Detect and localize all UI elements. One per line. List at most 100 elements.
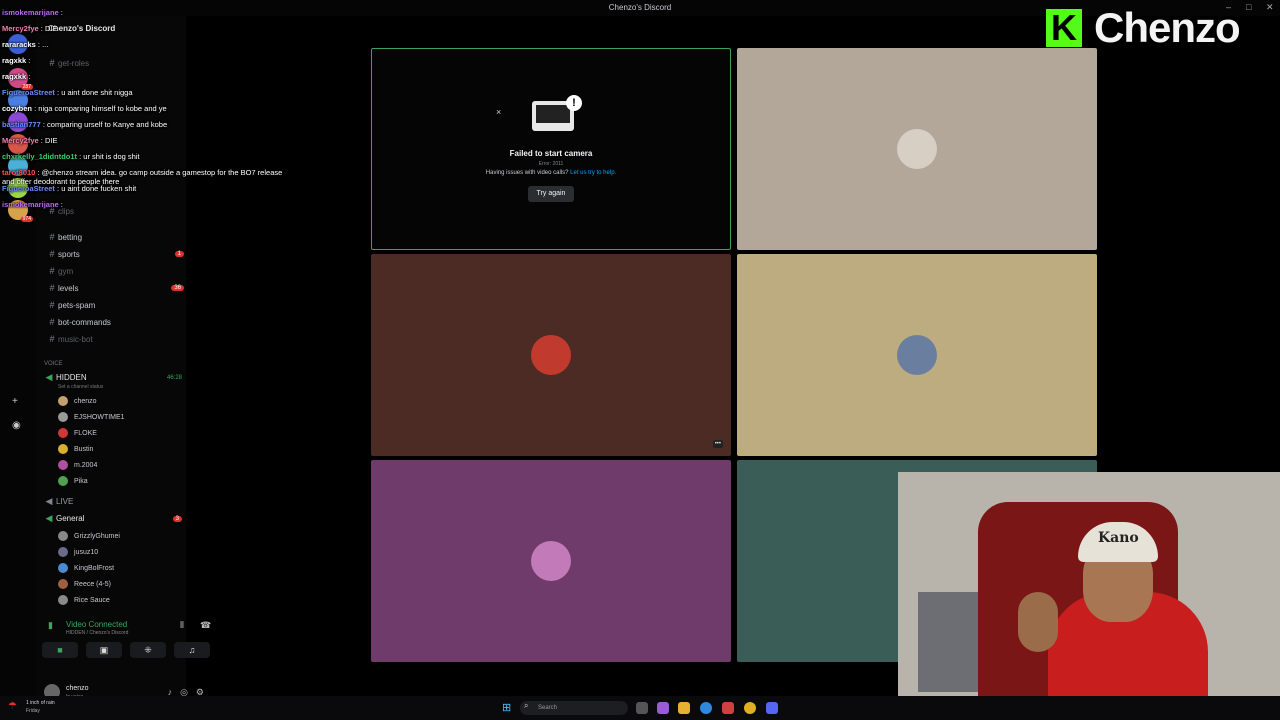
voice-channel-timer: 46:28 [166, 374, 182, 381]
discord-icon[interactable] [766, 702, 778, 714]
app-icon[interactable] [657, 702, 669, 714]
voice-member[interactable]: Reece (4-5) [58, 577, 182, 591]
video-tile[interactable] [371, 460, 731, 662]
hash-icon: # [49, 300, 55, 310]
channel-name: bot-commands [58, 317, 111, 327]
weather-text[interactable]: 1 inch of rain [26, 700, 55, 706]
chrome-icon[interactable] [744, 702, 756, 714]
chat-text: ur shit is dog shit [83, 152, 140, 161]
camera-error-code: Error: 2011 [538, 161, 564, 167]
more-options-icon[interactable]: ••• [712, 440, 723, 448]
speaker-icon: ◀ [45, 372, 53, 382]
chat-message: bastian777 : comparing urself to Kanye a… [2, 120, 167, 129]
voice-member[interactable]: jusuz10 [58, 545, 182, 559]
chat-username: ismokemarijane [2, 200, 59, 209]
channel-name: pets-spam [58, 300, 96, 310]
chat-message: FigueroaStreet : u aint done shit nigga [2, 88, 133, 97]
channel-name: betting [58, 232, 83, 242]
folder-icon[interactable] [678, 702, 690, 714]
windows-start-icon[interactable]: ⊞ [502, 702, 514, 714]
member-name: EJSHOWTIME1 [74, 413, 125, 421]
video-tile[interactable] [737, 254, 1097, 456]
chat-message: rararacks : ... [2, 40, 48, 49]
chat-username: Mercy2fye [2, 136, 39, 145]
chat-username: ragxkk [2, 56, 27, 65]
chat-text: ... [42, 40, 49, 49]
voice-member[interactable]: Rice Sauce [58, 593, 182, 607]
cap-text: Kano [1098, 530, 1139, 546]
task-view-icon[interactable] [636, 702, 648, 714]
chat-text: u aint done shit nigga [61, 88, 133, 97]
video-tile[interactable]: ••• [371, 254, 731, 456]
video-tile[interactable]: ! × Failed to start camera Error: 2011 Havin… [371, 48, 731, 250]
voice-member[interactable]: m.2004 [58, 458, 182, 472]
avatar [58, 595, 68, 605]
camera-error-help: Having issues with video calls? Let us t… [372, 170, 730, 176]
channel-status-hint[interactable]: Set a channel status [58, 384, 103, 390]
voice-member[interactable]: Bustin [58, 442, 182, 456]
channel-betting[interactable]: # betting [46, 230, 184, 244]
voice-channel-hidden[interactable]: ◀ HIDDEN 46:28 [42, 372, 182, 383]
voice-member[interactable]: Pika [58, 474, 182, 488]
camera-button[interactable]: ■ [42, 642, 78, 658]
camera-error-title: Failed to start camera [509, 149, 593, 158]
chat-message: ismokemarijane : [2, 8, 63, 17]
voice-member[interactable]: EJSHOWTIME1 [58, 410, 182, 424]
edge-icon[interactable] [700, 702, 712, 714]
member-name: FLOKE [74, 429, 97, 437]
channel-gym[interactable]: # gym [46, 264, 184, 278]
chat-message: Mercy2fye : DIE [2, 24, 57, 33]
close-icon[interactable]: ✕ [1266, 2, 1274, 13]
voice-location[interactable]: HIDDEN / Chenzo's Discord [66, 630, 128, 636]
chat-message: FigueroaStreet : u aint done fucken shit [2, 184, 136, 193]
username[interactable]: chenzo [66, 685, 89, 692]
avatar [58, 396, 68, 406]
kick-logo: K [1046, 9, 1082, 47]
channel-bot-commands[interactable]: # bot-commands [46, 315, 184, 329]
chat-username: FigueroaStreet [2, 184, 55, 193]
participant-avatar [897, 129, 937, 169]
soundboard-button[interactable]: ♫ [174, 642, 210, 658]
voice-category[interactable]: Voice [44, 361, 63, 367]
avatar [58, 547, 68, 557]
app-icon[interactable] [722, 702, 734, 714]
maximize-icon[interactable]: □ [1246, 2, 1251, 12]
channel-pets-spam[interactable]: # pets-spam [46, 298, 184, 312]
chat-username: ragxkk [2, 72, 27, 81]
chat-username: chxrkelly_1didntdo1t [2, 152, 78, 161]
noise-suppression-icon[interactable]: ⦀ [180, 620, 184, 631]
video-tile[interactable] [737, 48, 1097, 250]
voice-member[interactable]: FLOKE [58, 426, 182, 440]
member-name: Bustin [74, 445, 94, 453]
taskbar-search[interactable]: Search [520, 701, 628, 715]
explore-icon[interactable]: ◉ [12, 420, 21, 431]
channel-name: music-bot [58, 334, 93, 344]
participant-avatar [897, 335, 937, 375]
camera-error-icon: ! [532, 95, 582, 131]
chat-message: ragxkk : [2, 56, 30, 65]
help-link[interactable]: Let us try to help. [570, 170, 616, 176]
channel-music-bot[interactable]: # music-bot [46, 332, 184, 346]
weather-icon[interactable]: ☂ [8, 701, 17, 712]
activities-button[interactable]: ⁜ [130, 642, 166, 658]
dismiss-icon[interactable]: × [496, 107, 501, 117]
channel-levels[interactable]: # levels 36 [46, 281, 184, 295]
screenshare-button[interactable]: ▣ [86, 642, 122, 658]
general-channel-name: General [56, 514, 85, 523]
windows-taskbar: ☂ 1 inch of rain Friday ⊞ Search ⌕ [0, 696, 1280, 720]
chat-text: comparing urself to Kanye and kobe [47, 120, 168, 129]
chat-username: Mercy2fye [2, 24, 39, 33]
live-channel[interactable]: ◀ LIVE [42, 496, 182, 507]
voice-member[interactable]: GrizzlyGhumei [58, 529, 182, 543]
disconnect-icon[interactable]: ☎ [200, 620, 211, 631]
chat-message: Mercy2fye : DIE [2, 136, 57, 145]
channel-sports[interactable]: # sports 1 [46, 247, 184, 261]
add-server-icon[interactable]: + [12, 396, 18, 407]
general-voice-channel[interactable]: ◀ General 3 [42, 513, 182, 524]
unread-badge: 1 [174, 251, 184, 257]
voice-member[interactable]: KingBolFrost [58, 561, 182, 575]
try-again-button[interactable]: Try again [528, 186, 574, 202]
voice-member[interactable]: chenzo [58, 394, 182, 408]
participant-avatar [531, 541, 571, 581]
member-name: GrizzlyGhumei [74, 532, 120, 540]
